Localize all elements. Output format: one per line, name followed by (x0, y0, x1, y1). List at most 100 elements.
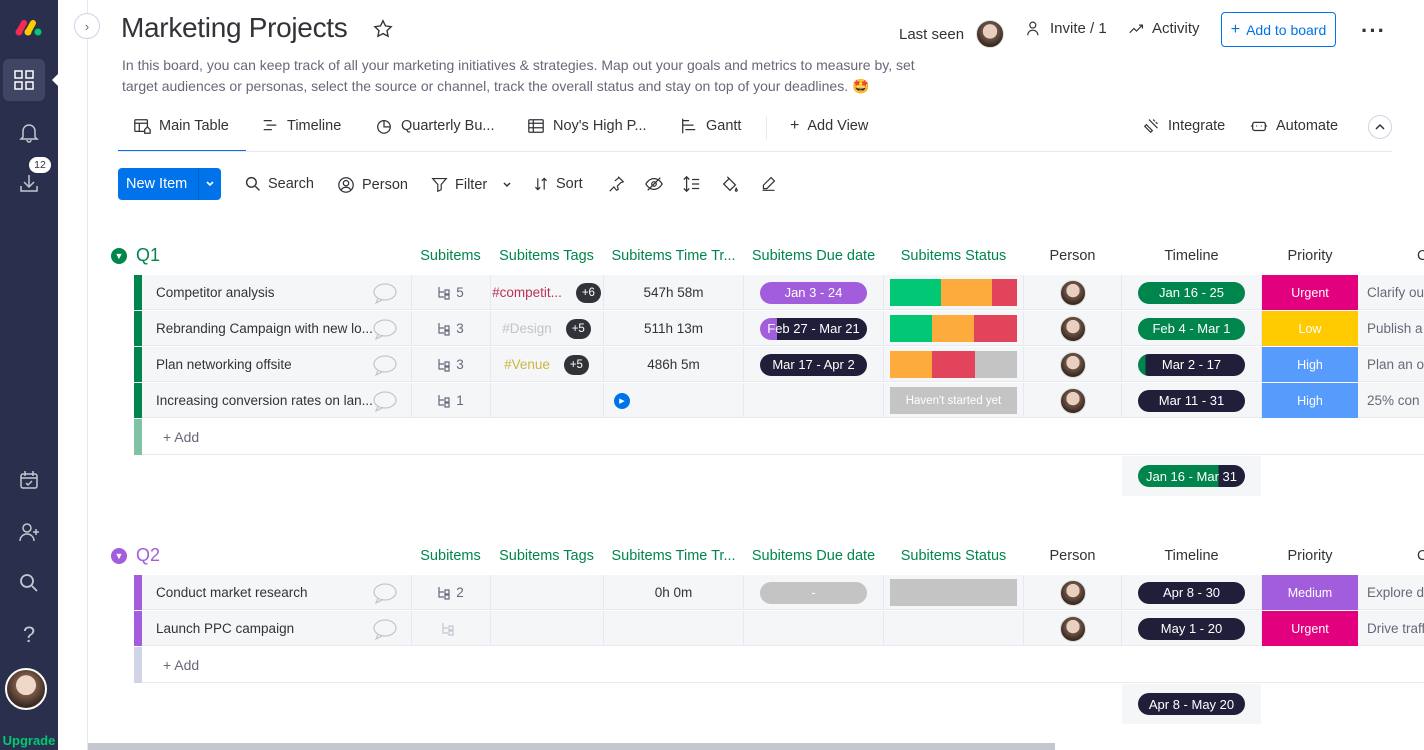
table-row[interactable]: Launch PPC campaign May 1 - 20 Urgent Drive… (134, 611, 1424, 647)
notes-text[interactable]: 25% con (1367, 383, 1424, 418)
item-name[interactable]: Conduct market research (156, 575, 366, 610)
subitems-tags[interactable]: #Venue +5 (490, 347, 603, 382)
collapse-header-button[interactable] (1368, 115, 1392, 139)
group-q2-title[interactable]: ▼ Q2 (111, 545, 160, 566)
search-icon[interactable] (9, 563, 49, 603)
add-item-label[interactable]: + Add (163, 429, 199, 445)
comment-bubble-icon[interactable] (372, 347, 398, 382)
table-row[interactable]: Increasing conversion rates on lan... 1 ▶ H… (134, 383, 1424, 419)
tab-main-table[interactable]: Main Table (133, 117, 229, 135)
comment-bubble-icon[interactable] (372, 383, 398, 418)
column-header[interactable]: Subitems (412, 248, 489, 264)
more-tags-badge[interactable]: +5 (563, 354, 589, 375)
person-avatar[interactable] (1024, 383, 1121, 418)
column-header[interactable]: Subitems (412, 548, 489, 564)
due-date[interactable]: Feb 27 - Mar 21 (760, 311, 867, 346)
invite-user-icon[interactable] (9, 512, 49, 552)
pin-icon[interactable] (608, 175, 625, 197)
person-avatar[interactable] (1024, 575, 1121, 610)
time-tracking[interactable]: 547h 58m (604, 275, 743, 310)
last-seen[interactable]: Last seen (899, 20, 1005, 48)
subitems-tags[interactable]: #Design +5 (490, 311, 603, 346)
star-icon[interactable] (372, 18, 394, 45)
add-view-button[interactable]: + Add View (790, 117, 868, 135)
time-tracking[interactable] (604, 611, 743, 646)
column-header[interactable]: Subitems Time Tr... (604, 248, 743, 264)
more-tags-badge[interactable]: +5 (565, 318, 591, 339)
group-q1-title[interactable]: ▼ Q1 (111, 245, 160, 266)
tab-noys-high[interactable]: Noy's High P... (527, 117, 647, 135)
item-name[interactable]: Competitor analysis (156, 275, 366, 310)
upgrade-link[interactable]: Upgrade (0, 733, 58, 748)
column-header[interactable]: Subitems Status (884, 248, 1023, 264)
column-header[interactable]: Priority (1262, 548, 1358, 564)
person-avatar[interactable] (1024, 275, 1121, 310)
item-name[interactable]: Launch PPC campaign (156, 611, 366, 646)
sort-button[interactable]: Sort (533, 176, 583, 192)
timeline[interactable]: Jan 16 - 25 (1138, 275, 1245, 310)
due-date[interactable]: Mar 17 - Apr 2 (760, 347, 867, 382)
person-avatar[interactable] (1024, 347, 1121, 382)
timeline[interactable]: Apr 8 - 30 (1138, 575, 1245, 610)
priority-label[interactable]: Urgent (1262, 611, 1358, 646)
board-title[interactable]: Marketing Projects (121, 12, 348, 44)
add-item-label[interactable]: + Add (163, 657, 199, 673)
filter-button[interactable]: Filter (431, 176, 512, 193)
notes-text[interactable]: Explore de (1367, 575, 1424, 610)
subitems-count[interactable] (412, 611, 489, 646)
priority-label[interactable]: Urgent (1262, 275, 1358, 310)
person-avatar[interactable] (1024, 611, 1121, 646)
time-tracking[interactable]: ▶ (604, 383, 743, 418)
table-row[interactable]: Plan networking offsite 3 #Venue +5 486h 5m M… (134, 347, 1424, 383)
expand-sidebar-button[interactable]: › (74, 13, 100, 39)
integrate-button[interactable]: Integrate (1143, 117, 1225, 134)
notes-text[interactable]: Drive traff (1367, 611, 1424, 646)
comment-bubble-icon[interactable] (372, 275, 398, 310)
subitems-count[interactable]: 2 (412, 575, 489, 610)
column-header[interactable]: Subitems Tags (490, 248, 603, 264)
subitems-count[interactable]: 3 (412, 311, 489, 346)
more-options-icon[interactable]: ··· (1361, 18, 1386, 44)
workspace-grid-icon[interactable] (3, 59, 45, 101)
monday-logo-icon[interactable] (9, 8, 49, 48)
table-row[interactable]: Rebranding Campaign with new lo... 3 #Desi… (134, 311, 1424, 347)
notes-text[interactable]: Plan an o (1367, 347, 1424, 382)
time-tracking[interactable]: 0h 0m (604, 575, 743, 610)
notes-text[interactable]: Publish a (1367, 311, 1424, 346)
column-header[interactable]: Subitems Status (884, 548, 1023, 564)
column-header[interactable]: Timeline (1122, 248, 1261, 264)
subitems-status[interactable] (890, 611, 1017, 646)
chevron-down-icon[interactable] (502, 180, 512, 190)
column-header[interactable]: Person (1024, 248, 1121, 264)
subitems-tags[interactable]: #competit... +6 (490, 275, 603, 310)
chevron-down-icon[interactable]: ▼ (111, 547, 127, 564)
subitems-status[interactable] (890, 575, 1017, 610)
chevron-down-icon[interactable] (199, 179, 221, 189)
due-date[interactable]: - (760, 575, 867, 610)
timeline[interactable]: Feb 4 - Mar 1 (1138, 311, 1245, 346)
person-filter-button[interactable]: Person (337, 176, 408, 194)
priority-label[interactable]: Low (1262, 311, 1358, 346)
comment-bubble-icon[interactable] (372, 575, 398, 610)
column-header[interactable]: Person (1024, 548, 1121, 564)
play-button-icon[interactable]: ▶ (614, 392, 630, 409)
item-name[interactable]: Rebranding Campaign with new lo... (156, 311, 373, 346)
comment-bubble-icon[interactable] (372, 611, 398, 646)
search-button[interactable]: Search (245, 176, 314, 192)
automate-button[interactable]: Automate (1250, 117, 1338, 135)
timeline[interactable]: Mar 11 - 31 (1138, 383, 1245, 418)
column-header[interactable]: Priority (1262, 248, 1358, 264)
person-avatar[interactable] (1024, 311, 1121, 346)
hide-eye-icon[interactable] (645, 175, 663, 198)
chevron-down-icon[interactable]: ▼ (111, 247, 127, 264)
subitems-count[interactable]: 3 (412, 347, 489, 382)
tab-gantt[interactable]: Gantt (680, 117, 741, 135)
user-avatar[interactable] (5, 668, 47, 710)
priority-label[interactable]: High (1262, 383, 1358, 418)
column-header[interactable]: Subitems Time Tr... (604, 548, 743, 564)
item-name[interactable]: Increasing conversion rates on lan... (156, 383, 373, 418)
subitems-status[interactable] (890, 275, 1017, 310)
calendar-check-icon[interactable] (9, 460, 49, 500)
due-date[interactable]: Jan 3 - 24 (760, 275, 867, 310)
paint-bucket-icon[interactable] (721, 175, 739, 198)
